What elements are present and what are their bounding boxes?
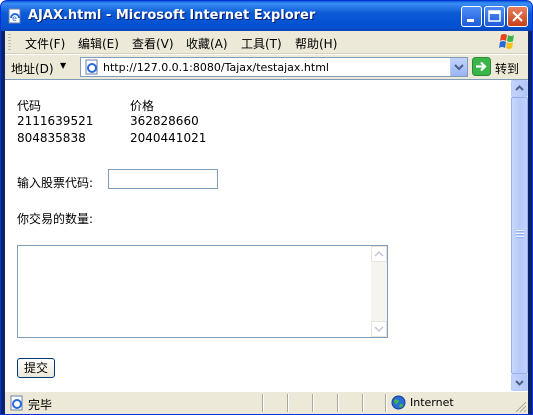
column-header-code: 代码 [17,99,42,113]
submit-button[interactable]: 提交 [17,358,55,378]
menu-bar: 文件(F) 编辑(E) 查看(V) 收藏(A) 工具(T) 帮助(H) [5,31,528,54]
cell-code: 2111639521 [17,114,94,128]
browser-window: e AJAX.html - Microsoft Internet Explore… [0,0,533,415]
status-divider [362,394,363,412]
page-done-icon [10,395,23,411]
go-button[interactable]: 转到 [495,60,519,77]
address-dropdown-button[interactable] [450,58,467,76]
scroll-thumb[interactable] [511,97,528,374]
chevron-up-icon [374,250,384,257]
status-divider [262,394,263,412]
resize-grip-icon[interactable] [515,401,527,413]
quantity-label: 你交易的数量: [17,212,94,226]
quantity-textarea[interactable] [17,245,388,338]
status-divider [337,394,338,412]
cell-price: 2040441021 [130,131,207,145]
scroll-grip [516,230,524,239]
status-divider [312,394,313,412]
close-icon [512,11,523,22]
menu-file[interactable]: 文件(F) [25,35,65,52]
address-toolbar-menu-icon[interactable]: ▼ [60,61,66,70]
toolbar-grip[interactable] [8,34,11,50]
title-bar[interactable]: e AJAX.html - Microsoft Internet Explore… [1,1,532,31]
security-zone: Internet [410,396,454,409]
status-divider [287,394,288,412]
address-bar: 地址(D) ▼ http://127.0.0.1:8080/Tajax/test… [5,54,528,79]
maximize-icon [488,10,501,22]
menu-help[interactable]: 帮助(H) [295,35,337,52]
textarea-scroll-up-button[interactable] [371,246,387,262]
textarea-scrollbar[interactable] [371,246,387,337]
page-scrollbar[interactable] [511,80,528,391]
status-divider [385,394,386,412]
menu-edit[interactable]: 编辑(E) [78,35,119,52]
chevron-down-icon [454,64,464,71]
cell-code: 804835838 [17,131,86,145]
maximize-button[interactable] [484,6,505,27]
page-viewport: 代码 价格 2111639521 362828660 804835838 204… [5,79,528,391]
chevron-down-icon [374,326,384,333]
chevron-down-icon [515,380,524,386]
go-arrow-icon[interactable] [472,57,491,76]
menu-favorites[interactable]: 收藏(A) [186,35,228,52]
globe-icon [391,395,406,410]
page-content: 代码 价格 2111639521 362828660 804835838 204… [5,80,509,391]
address-label: 地址(D) [11,62,54,76]
window-title: AJAX.html - Microsoft Internet Explorer [28,8,316,23]
scroll-down-button[interactable] [511,374,528,391]
stock-code-label: 输入股票代码: [17,176,94,190]
status-text: 完毕 [28,398,53,412]
page-icon [85,59,98,75]
windows-logo-icon [499,34,514,49]
column-header-price: 价格 [130,99,155,113]
stock-code-input[interactable] [108,169,218,189]
status-bar: 完毕 Internet [5,391,528,414]
ie-document-icon: e [8,8,21,24]
close-button[interactable] [507,6,528,27]
address-input[interactable]: http://127.0.0.1:8080/Tajax/testajax.htm… [80,57,468,77]
minimize-button[interactable] [461,6,482,27]
minimize-icon [467,19,474,22]
menu-tools[interactable]: 工具(T) [241,35,282,52]
svg-text:e: e [12,14,17,23]
chevron-up-icon [515,85,524,91]
menu-view[interactable]: 查看(V) [132,35,174,52]
cell-price: 362828660 [130,114,199,128]
textarea-scroll-down-button[interactable] [371,321,387,337]
scroll-up-button[interactable] [511,80,528,97]
address-url: http://127.0.0.1:8080/Tajax/testajax.htm… [103,61,329,74]
